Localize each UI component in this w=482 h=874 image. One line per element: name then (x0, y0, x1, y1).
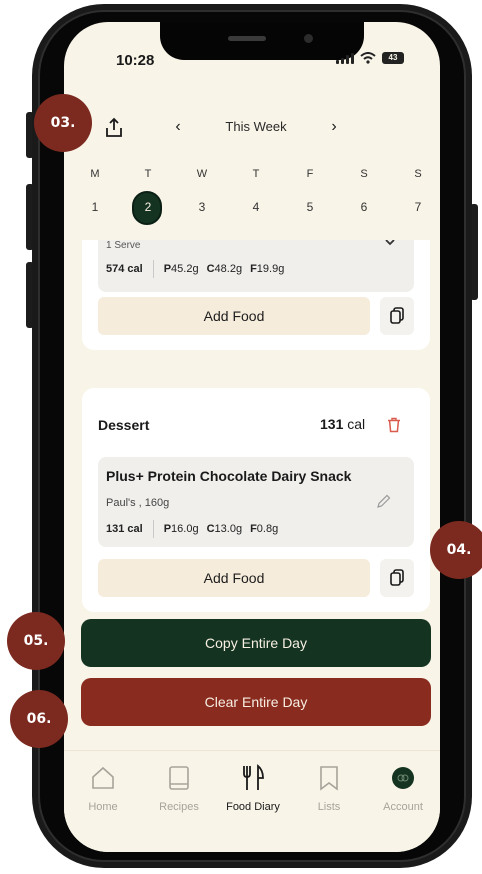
fat-value: 0.8g (256, 523, 279, 535)
protein-value: 16.0g (171, 523, 199, 535)
callout-badge: 03. (34, 94, 92, 152)
food-name: Plus+ Protein Chocolate Dairy Snack (106, 468, 352, 484)
previous-week-button[interactable]: ‹ (168, 116, 188, 140)
next-week-button[interactable]: › (324, 116, 344, 140)
tab-recipes[interactable]: Recipes (144, 763, 214, 813)
weekday-letter: S (414, 168, 422, 180)
wifi-icon (360, 52, 376, 64)
protein-value: 45.2g (171, 263, 199, 275)
chevron-down-icon[interactable] (384, 240, 396, 246)
meal-calories-total: 131 cal (320, 416, 365, 432)
entry-calories: 131 cal (106, 523, 143, 535)
week-label: This Week (225, 119, 287, 134)
meal-card: 1 Serve 574 cal P45.2g C48.2g F19.9g Add… (82, 240, 430, 350)
callout-badge: 04. (430, 521, 482, 579)
speaker-slot (228, 36, 266, 41)
week-navigation: ‹ This Week › (64, 116, 440, 140)
fork-knife-icon (243, 764, 264, 790)
carbs-value: 13.0g (214, 523, 243, 535)
trash-icon[interactable] (387, 417, 401, 433)
bottom-tab-bar: Home Recipes Food Diary Lists Account (64, 750, 440, 852)
tab-label: Home (88, 801, 118, 813)
status-time: 10:28 (116, 52, 155, 69)
avatar-icon (392, 767, 414, 789)
food-entry[interactable]: Plus+ Protein Chocolate Dairy Snack Paul… (98, 457, 414, 547)
pencil-icon[interactable] (376, 493, 392, 509)
add-food-button[interactable]: Add Food (98, 559, 370, 597)
share-button[interactable] (102, 116, 126, 140)
dessert-card: Dessert 131 cal Plus+ Protein Chocolate … (82, 388, 430, 612)
meal-calories-value: 131 (320, 416, 344, 432)
food-brand: Paul's , 160g (106, 497, 170, 509)
tab-lists[interactable]: Lists (294, 763, 364, 813)
clear-entire-day-button[interactable]: Clear Entire Day (81, 678, 431, 726)
battery-icon: 43 (382, 52, 404, 64)
copy-icon (390, 307, 404, 324)
macro-summary: 131 cal P16.0g C13.0g F0.8g (106, 520, 286, 538)
tab-account[interactable]: Account (368, 763, 438, 813)
copy-meal-button[interactable] (380, 297, 414, 335)
date-6[interactable]: 6 (349, 200, 379, 214)
callout-badge: 05. (7, 612, 65, 670)
add-food-button[interactable]: Add Food (98, 297, 370, 335)
macro-summary: 574 cal P45.2g C48.2g F19.9g (106, 260, 292, 278)
callout-badge: 06. (10, 690, 68, 748)
copy-meal-button[interactable] (380, 559, 414, 597)
tab-label: Recipes (159, 801, 199, 813)
copy-entire-day-button[interactable]: Copy Entire Day (81, 619, 431, 667)
share-icon (106, 117, 122, 137)
weekday-letter: T (144, 168, 152, 180)
signal-icon (336, 52, 354, 64)
meal-calories-unit: cal (347, 416, 366, 432)
tab-home[interactable]: Home (68, 763, 138, 813)
date-5[interactable]: 5 (295, 200, 325, 214)
date-1[interactable]: 1 (80, 200, 110, 214)
home-icon (92, 766, 114, 789)
tab-label: Account (383, 801, 423, 813)
status-icons: 43 (336, 52, 404, 64)
bookmark-icon (320, 766, 338, 791)
weekday-letter: W (196, 168, 208, 180)
diary-scroll-area[interactable]: 1 Serve 574 cal P45.2g C48.2g F19.9g Add… (64, 240, 440, 762)
tab-food-diary[interactable]: Food Diary (218, 763, 288, 813)
weekday-letter: F (306, 168, 314, 180)
phone-mockup: 10:28 43 ‹ This Week › M T W T F S S 1 2… (0, 0, 482, 874)
carbs-value: 48.2g (214, 263, 243, 275)
weekday-letter: S (360, 168, 368, 180)
copy-icon (390, 569, 404, 586)
tab-label: Food Diary (226, 801, 280, 813)
serving-size: 1 Serve (106, 240, 141, 251)
date-4[interactable]: 4 (241, 200, 271, 214)
app-screen: 10:28 43 ‹ This Week › M T W T F S S 1 2… (64, 22, 440, 852)
book-icon (169, 766, 189, 790)
tab-label: Lists (317, 801, 341, 813)
meal-title: Dessert (98, 417, 150, 433)
entry-calories: 574 cal (106, 263, 143, 275)
food-entry[interactable]: 1 Serve 574 cal P45.2g C48.2g F19.9g (98, 240, 414, 292)
weekday-letter: T (252, 168, 260, 180)
fat-value: 19.9g (256, 263, 285, 275)
front-camera (304, 34, 313, 43)
date-2-selected[interactable]: 2 (133, 200, 163, 214)
date-7[interactable]: 7 (403, 200, 433, 214)
date-3[interactable]: 3 (187, 200, 217, 214)
weekday-letter: M (90, 168, 100, 180)
notch (160, 22, 364, 60)
